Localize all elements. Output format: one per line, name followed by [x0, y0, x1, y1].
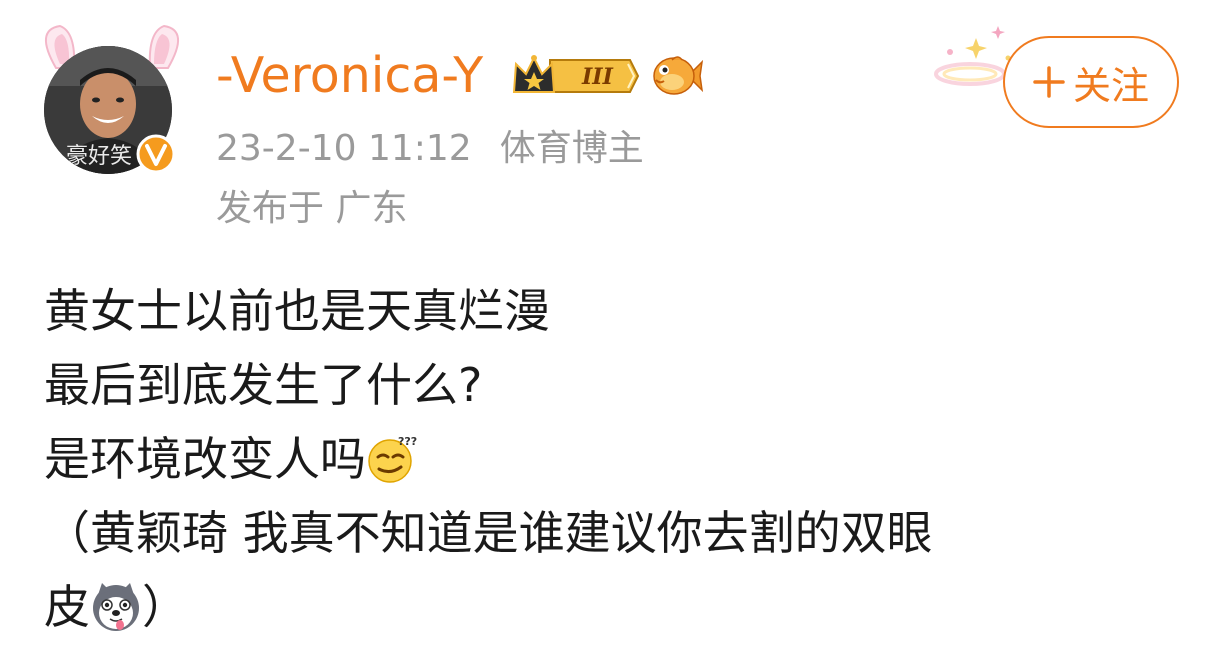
author-role: 体育博主	[499, 128, 644, 169]
crown-level-text: III	[581, 64, 614, 90]
username-link[interactable]: -Veronica-Y	[216, 46, 483, 106]
post-location: 发布于 广东	[216, 188, 408, 229]
post-content: 黄女士以前也是天真烂漫 最后到底发生了什么? 是环境改变人吗 ??? （黄颖琦 …	[44, 274, 1194, 644]
husky-dog-emoji	[93, 583, 139, 631]
post-text-segment: 皮	[44, 580, 90, 634]
follow-label: 关注	[1072, 63, 1149, 108]
weibo-post: 豪好笑 -Veronica-Y III 23-2-10 11:12 体育博主 发布…	[0, 0, 1224, 646]
follow-button[interactable]: 关注	[1003, 36, 1179, 128]
verified-v-icon	[136, 134, 176, 174]
confused-face-emoji: ???	[368, 435, 417, 483]
post-timestamp: 23-2-10 11:12	[216, 128, 472, 169]
post-meta: 23-2-10 11:12 体育博主	[216, 126, 644, 172]
post-text-line: 是环境改变人吗 ???	[44, 422, 1194, 496]
post-text-line: 皮 ）	[44, 570, 1194, 644]
fish-icon[interactable]	[652, 54, 704, 98]
post-text-line: 黄女士以前也是天真烂漫	[44, 284, 550, 338]
post-text-segment: 是环境改变人吗	[44, 432, 366, 486]
crown-level-icon[interactable]: III	[510, 52, 640, 100]
plus-icon	[1033, 66, 1065, 98]
avatar-watermark: 豪好笑	[66, 144, 133, 169]
post-text-line: （黄颖琦 我真不知道是谁建议你去割的双眼	[44, 506, 933, 560]
post-text-line: 最后到底发生了什么?	[44, 358, 483, 412]
avatar-block[interactable]: 豪好笑	[32, 22, 192, 182]
post-text-segment: ）	[142, 580, 188, 634]
svg-text:???: ???	[398, 435, 417, 448]
